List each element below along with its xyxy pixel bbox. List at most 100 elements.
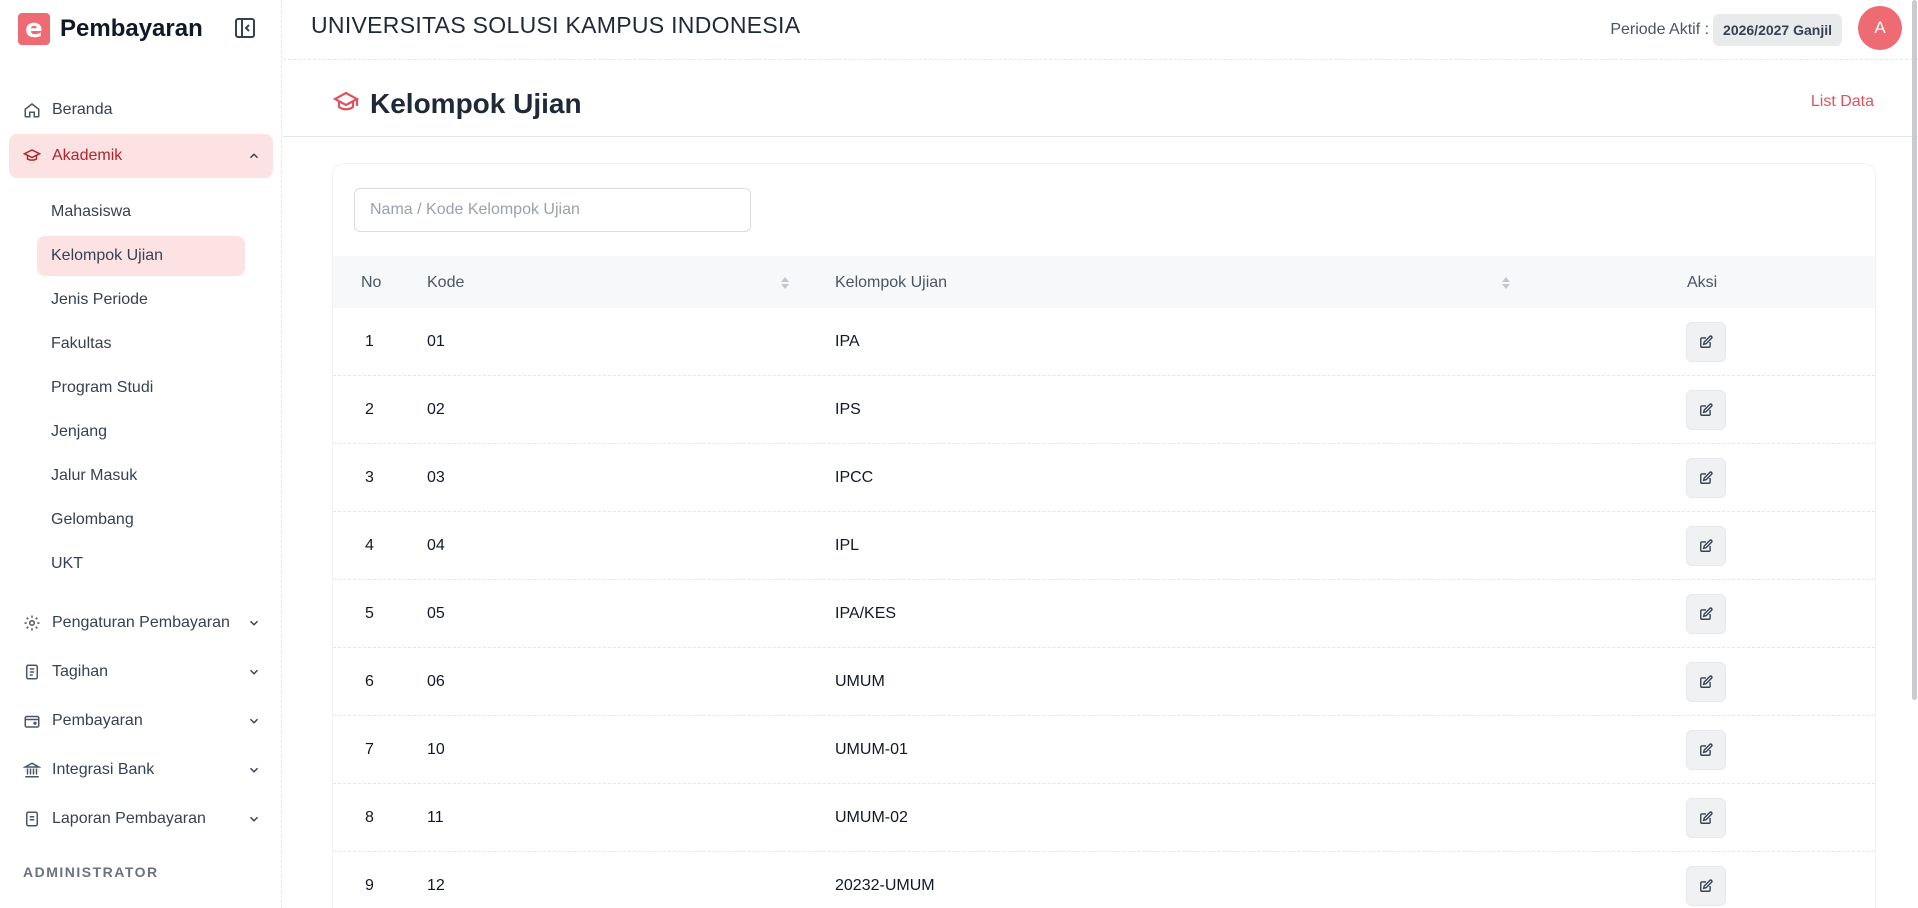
sidebar-subitem-mahasiswa[interactable]: Mahasiswa <box>37 192 245 232</box>
cell-kelompok: IPCC <box>835 469 874 486</box>
settings-icon <box>23 614 41 632</box>
receipt-icon <box>23 663 41 681</box>
graduation-cap-icon <box>22 147 42 165</box>
table-row: 1 01 IPA <box>333 308 1875 376</box>
cell-kelompok: UMUM-01 <box>835 741 908 758</box>
scrollbar-thumb[interactable] <box>1912 0 1917 700</box>
column-header-no: No <box>361 274 382 291</box>
edit-icon <box>1700 811 1713 824</box>
edit-icon <box>1700 675 1713 688</box>
periode-aktif: Periode Aktif : 2026/2027 Ganjil <box>1610 14 1842 46</box>
cell-kelompok: UMUM-02 <box>835 809 908 826</box>
sidebar-subitem-label: UKT <box>51 555 83 572</box>
table-row: 3 03 IPCC <box>333 444 1875 512</box>
cell-kelompok: IPA <box>835 333 860 350</box>
chevron-up-icon <box>247 149 261 163</box>
table-row: 4 04 IPL <box>333 512 1875 580</box>
edit-button[interactable] <box>1686 662 1726 702</box>
edit-button[interactable] <box>1686 594 1726 634</box>
table-row: 5 05 IPA/KES <box>333 580 1875 648</box>
chevron-down-icon <box>247 812 261 826</box>
wallet-icon <box>23 712 41 730</box>
cell-kode: 03 <box>427 469 445 486</box>
sidebar-item-pembayaran[interactable]: Pembayaran <box>9 699 273 743</box>
sidebar-subitem-label: Jenis Periode <box>51 291 148 308</box>
sidebar-item-label: Beranda <box>52 101 113 118</box>
home-icon <box>23 101 41 119</box>
sidebar-subitem-jenis-periode[interactable]: Jenis Periode <box>37 280 245 320</box>
sidebar-item-label: Laporan Pembayaran <box>52 810 206 827</box>
sidebar-item-integrasi-bank[interactable]: Integrasi Bank <box>9 748 273 792</box>
cell-no: 2 <box>365 401 374 418</box>
cell-kelompok: 20232-UMUM <box>835 877 935 894</box>
university-name: UNIVERSITAS SOLUSI KAMPUS INDONESIA <box>311 12 801 38</box>
sidebar-collapse-icon[interactable] <box>233 16 257 40</box>
sidebar-item-akademik[interactable]: Akademik <box>9 134 273 178</box>
chevron-down-icon <box>247 763 261 777</box>
edit-icon <box>1700 743 1713 756</box>
sidebar-item-label: Pengaturan Pembayaran <box>52 614 230 631</box>
edit-button[interactable] <box>1686 322 1726 362</box>
sidebar-subitem-label: Kelompok Ujian <box>51 247 164 264</box>
sidebar-item-laporan-pembayaran[interactable]: Laporan Pembayaran <box>9 797 273 841</box>
report-icon <box>23 810 41 828</box>
sidebar-subitem-label: Mahasiswa <box>51 203 132 220</box>
brand-logo: e <box>18 13 50 45</box>
cell-no: 5 <box>365 605 374 622</box>
table-row: 8 11 UMUM-02 <box>333 784 1875 852</box>
sidebar-subitem-jalur-masuk[interactable]: Jalur Masuk <box>37 456 245 496</box>
cell-kode: 05 <box>427 605 445 622</box>
edit-button[interactable] <box>1686 730 1726 770</box>
cell-kode: 04 <box>427 537 445 554</box>
periode-badge[interactable]: 2026/2027 Ganjil <box>1713 14 1842 46</box>
cell-kelompok: IPS <box>835 401 861 418</box>
graduation-cap-icon <box>332 91 360 113</box>
sidebar-item-label: Tagihan <box>52 663 109 680</box>
sort-icon[interactable] <box>1501 275 1511 291</box>
avatar[interactable]: A <box>1858 6 1902 50</box>
edit-button[interactable] <box>1686 390 1726 430</box>
chevron-down-icon <box>247 714 261 728</box>
cell-kode: 02 <box>427 401 445 418</box>
edit-button[interactable] <box>1686 866 1726 906</box>
sidebar-subitem-label: Jenjang <box>51 423 108 440</box>
search-input[interactable] <box>354 188 751 232</box>
edit-button[interactable] <box>1686 458 1726 498</box>
list-data-link[interactable]: List Data <box>1811 93 1874 111</box>
edit-button[interactable] <box>1686 526 1726 566</box>
sidebar-item-beranda[interactable]: Beranda <box>9 88 273 132</box>
sidebar-item-tagihan[interactable]: Tagihan <box>9 650 273 694</box>
top-header: UNIVERSITAS SOLUSI KAMPUS INDONESIA Peri… <box>283 0 1918 60</box>
sidebar-subitem-label: Jalur Masuk <box>51 467 138 484</box>
column-header-kelompok-ujian[interactable]: Kelompok Ujian <box>835 274 947 292</box>
sort-icon[interactable] <box>780 275 790 291</box>
table-row: 2 02 IPS <box>333 376 1875 444</box>
edit-button[interactable] <box>1686 798 1726 838</box>
cell-no: 6 <box>365 673 374 690</box>
periode-label: Periode Aktif : <box>1610 21 1710 38</box>
chevron-down-icon <box>247 616 261 630</box>
cell-no: 8 <box>365 809 374 826</box>
sidebar-item-label: Pembayaran <box>52 712 143 729</box>
page-title: Kelompok Ujian <box>370 88 582 119</box>
sidebar-subitem-program-studi[interactable]: Program Studi <box>37 368 245 408</box>
brand[interactable]: e Pembayaran <box>18 12 203 46</box>
edit-icon <box>1700 539 1713 552</box>
column-header-kode[interactable]: Kode <box>427 274 464 292</box>
sidebar-subitem-jenjang[interactable]: Jenjang <box>37 412 245 452</box>
sidebar-item-pengaturan-pembayaran[interactable]: Pengaturan Pembayaran <box>9 601 273 645</box>
sidebar-subitem-kelompok-ujian[interactable]: Kelompok Ujian <box>37 236 245 276</box>
cell-no: 3 <box>365 469 374 486</box>
chevron-down-icon <box>247 665 261 679</box>
sidebar: e Pembayaran Beranda Akademik Mahasiswa … <box>0 0 282 908</box>
sidebar-subitem-label: Program Studi <box>51 379 154 396</box>
cell-kelompok: IPL <box>835 537 860 554</box>
page-scrollbar[interactable] <box>1910 0 1918 700</box>
page-head: Kelompok Ujian List Data <box>283 61 1918 137</box>
sidebar-subitem-ukt[interactable]: UKT <box>37 544 245 584</box>
sidebar-section-label: ADMINISTRATOR <box>23 864 159 880</box>
sidebar-subitem-gelombang[interactable]: Gelombang <box>37 500 245 540</box>
cell-kode: 06 <box>427 673 445 690</box>
edit-icon <box>1700 879 1713 892</box>
sidebar-subitem-fakultas[interactable]: Fakultas <box>37 324 245 364</box>
